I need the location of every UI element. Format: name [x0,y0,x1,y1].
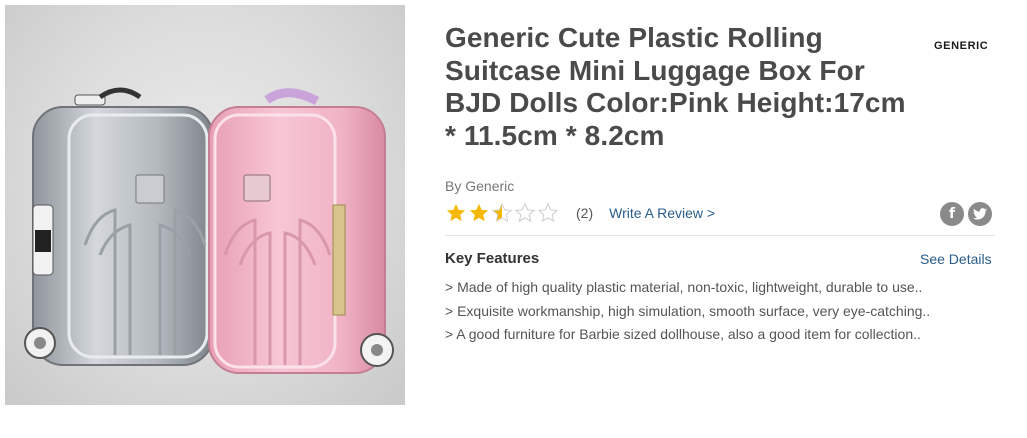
star-empty-icon [537,202,559,223]
star-filled-icon [446,203,466,222]
see-details-link[interactable]: See Details [920,251,992,267]
divider [445,235,995,236]
suitcase-photo [24,87,394,374]
star-empty-icon [514,202,536,223]
star-filled-icon [469,203,489,222]
twitter-icon[interactable] [968,202,992,226]
brand-byline[interactable]: By Generic [445,178,514,194]
product-image[interactable] [5,5,405,405]
key-features-list: > Made of high quality plastic material,… [445,276,930,347]
product-title: Generic Cute Plastic Rolling Suitcase Mi… [445,22,906,151]
facebook-icon[interactable]: f [940,202,964,226]
key-features-heading: Key Features [445,250,540,267]
write-review-link[interactable]: Write A Review > [609,205,715,221]
feature-item: > Made of high quality plastic material,… [445,279,923,295]
star-half-icon [491,202,513,223]
brand-logo[interactable]: GENERIC [934,40,988,52]
star-rating[interactable] [445,202,560,224]
feature-item: > A good furniture for Barbie sized doll… [445,326,921,342]
product-info: Generic Cute Plastic Rolling Suitcase Mi… [445,22,995,342]
share-buttons: f [940,202,992,226]
review-count[interactable]: (2) [576,205,593,221]
feature-item: > Exquisite workmanship, high simulation… [445,302,931,319]
rating-row: (2) Write A Review > [445,202,715,224]
